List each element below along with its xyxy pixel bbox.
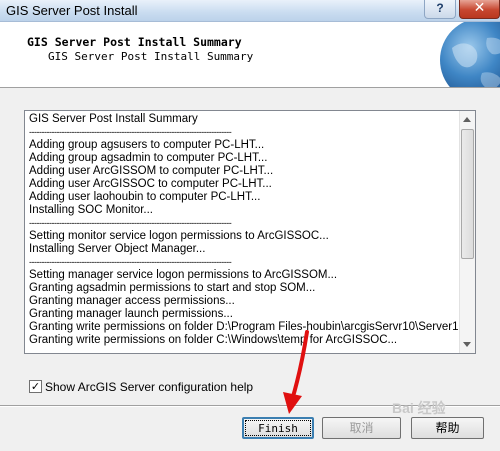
cancel-button[interactable]: 取消 xyxy=(322,417,401,439)
scroll-down-icon[interactable] xyxy=(463,342,471,347)
header-subtitle: GIS Server Post Install Summary xyxy=(48,50,254,63)
log-line: Installing SOC Monitor... xyxy=(29,204,153,216)
show-config-help-label: Show ArcGIS Server configuration help xyxy=(45,380,254,394)
red-arrow-annotation xyxy=(283,330,309,414)
log-line: Setting monitor service logon permission… xyxy=(29,230,329,242)
log-line: Adding group agsusers to computer PC-LHT… xyxy=(29,139,265,151)
help-title-button[interactable]: ? xyxy=(424,0,456,19)
globe-icon xyxy=(440,22,500,87)
vertical-scrollbar[interactable] xyxy=(459,111,475,353)
log-line: Setting manager service logon permission… xyxy=(29,269,338,281)
finish-button[interactable]: Finish xyxy=(242,417,314,439)
scroll-up-icon[interactable] xyxy=(463,117,471,122)
install-log-textarea[interactable]: GIS Server Post Install Summary ---------… xyxy=(24,110,476,354)
show-config-help-checkbox[interactable]: ✓ xyxy=(29,380,42,393)
scroll-thumb[interactable] xyxy=(461,129,474,259)
help-button[interactable]: 帮助 xyxy=(411,417,484,439)
log-line: GIS Server Post Install Summary xyxy=(29,113,198,125)
log-line: Granting manager launch permissions... xyxy=(29,308,233,320)
window-title: GIS Server Post Install xyxy=(6,3,138,18)
log-line: ----------------------------------------… xyxy=(29,127,232,137)
log-line: Granting agsadmin permissions to start a… xyxy=(29,282,316,294)
log-line: Installing Server Object Manager... xyxy=(29,243,206,255)
close-button[interactable]: ✕ xyxy=(459,0,500,19)
title-bar: GIS Server Post Install ? ✕ xyxy=(0,0,500,22)
log-line: Granting manager access permissions... xyxy=(29,295,235,307)
log-line: Granting write permissions on folder D:\… xyxy=(29,321,461,333)
watermark: Bai 经验 xyxy=(392,400,446,416)
log-line: Adding group agsadmin to computer PC-LHT… xyxy=(29,152,268,164)
log-line: ----------------------------------------… xyxy=(29,218,232,228)
header-title: GIS Server Post Install Summary xyxy=(27,35,242,49)
log-line: ----------------------------------------… xyxy=(29,257,232,267)
log-lines: GIS Server Post Install Summary ---------… xyxy=(29,113,461,347)
log-line: Adding user ArcGISSOM to computer PC-LHT… xyxy=(29,165,274,177)
log-line: Granting write permissions on folder C:\… xyxy=(29,334,398,346)
log-line: Adding user laohoubin to computer PC-LHT… xyxy=(29,191,261,203)
log-line: Adding user ArcGISSOC to computer PC-LHT… xyxy=(29,178,272,190)
wizard-header: GIS Server Post Install Summary GIS Serv… xyxy=(0,22,500,88)
